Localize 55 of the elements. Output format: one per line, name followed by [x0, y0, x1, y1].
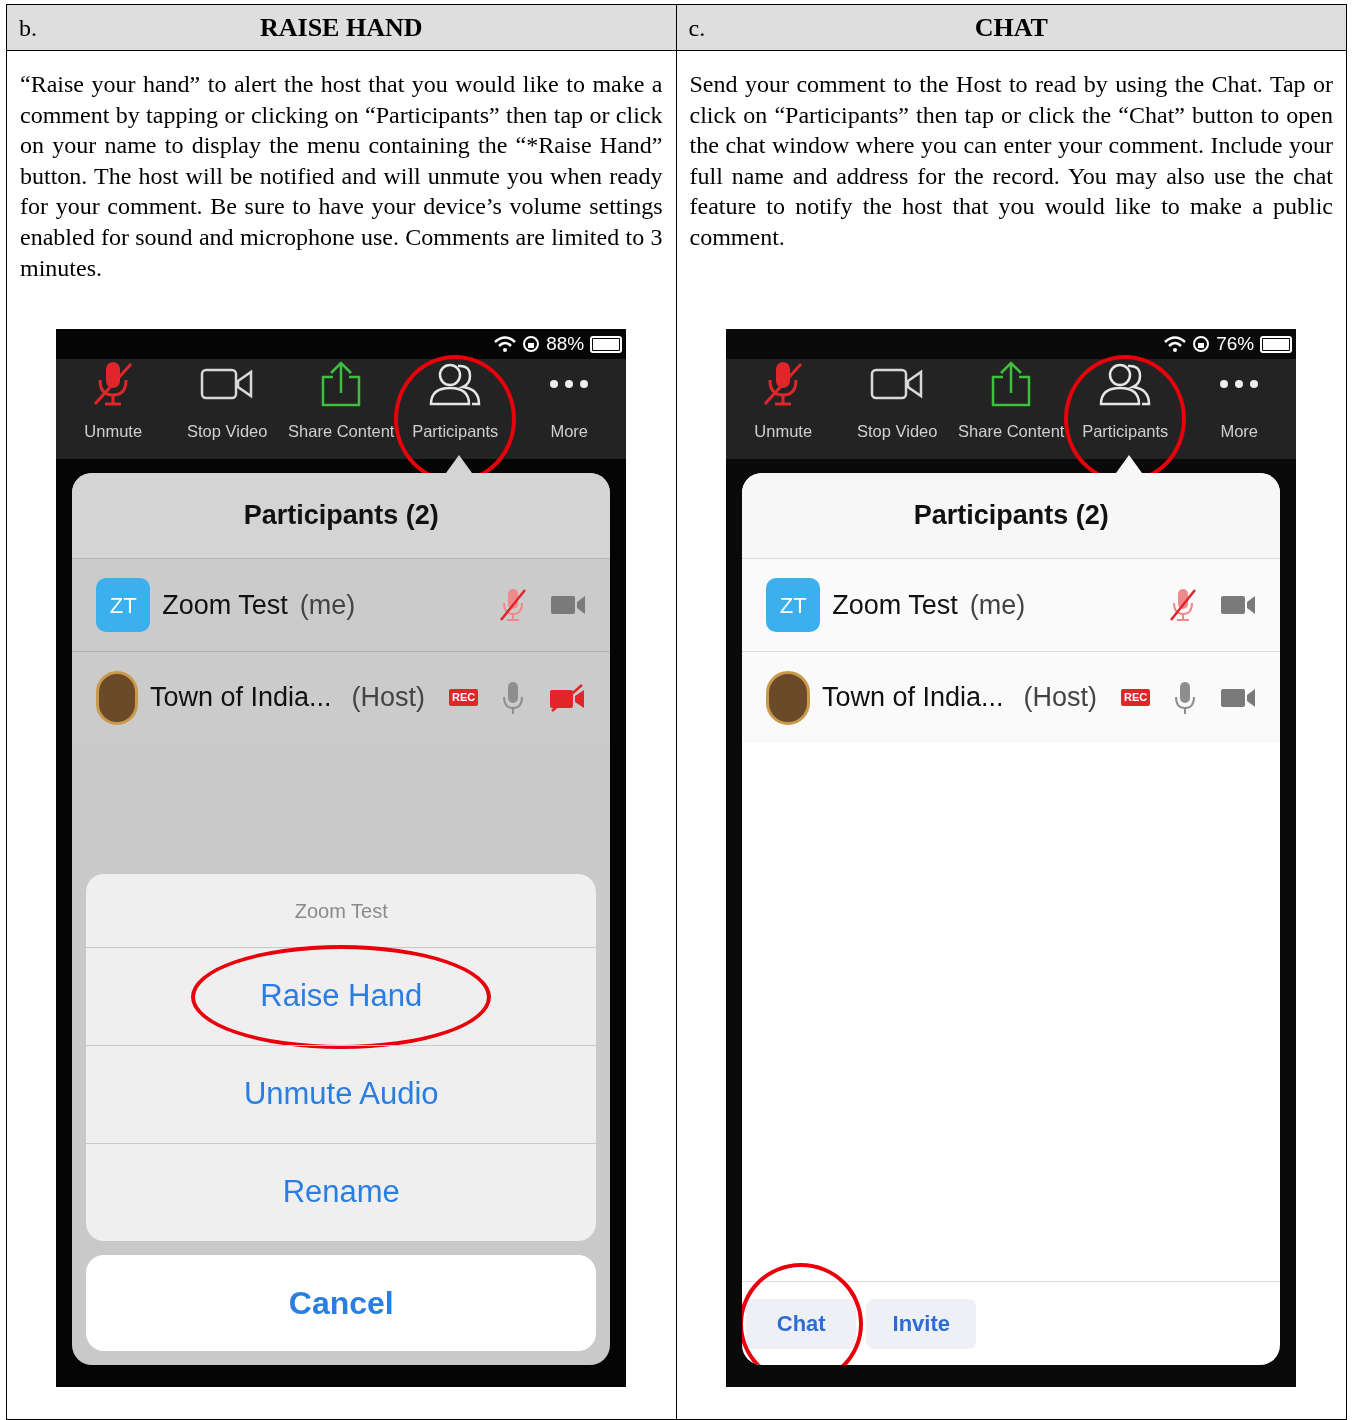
- more-icon: [549, 379, 590, 389]
- initials-avatar: ZT: [96, 578, 151, 632]
- logo-placeholder: [96, 670, 138, 725]
- action-sheet-item[interactable]: Rename: [86, 1144, 597, 1241]
- section-letter: c.: [688, 13, 706, 43]
- participant-name: Zoom Test: [832, 588, 958, 622]
- instruction-paragraph: “Raise your hand” to alert the host that you would like to make a comment by tapping or clicking on “Participants” then tap or click on your name to display the menu containing the “*Raise Hand” button. The host will be notified and will unmute you when ready for your comment. Be sure to have your device’s volume settings enabled for sound and microphone use. Comments are limited to 3 minutes.: [20, 70, 663, 283]
- toolbar-button[interactable]: More: [512, 359, 627, 460]
- section-letter: b.: [19, 13, 37, 43]
- toolbar-button[interactable]: Unmute: [56, 359, 171, 460]
- cancel-button[interactable]: Cancel: [86, 1255, 597, 1351]
- logo-placeholder: [766, 670, 810, 725]
- toolbar-button[interactable]: Share Content: [284, 359, 399, 460]
- action-sheet-title: Zoom Test: [294, 898, 388, 924]
- toolbar-button[interactable]: Participants: [1068, 359, 1183, 460]
- video-camera-icon: [200, 367, 255, 401]
- participant-role: (me): [969, 588, 1026, 622]
- battery-icon: [1260, 335, 1293, 353]
- battery-icon: [590, 335, 623, 353]
- action-sheet-item[interactable]: Unmute Audio: [86, 1046, 597, 1143]
- toolbar-button[interactable]: Participants: [398, 359, 513, 460]
- participant-row[interactable]: Town of India... (Host) REC: [742, 651, 1281, 743]
- wifi-icon: [1164, 336, 1187, 352]
- toolbar-button[interactable]: More: [1182, 359, 1297, 460]
- popover-button[interactable]: Chat: [746, 1298, 857, 1349]
- participants-icon: [1098, 362, 1153, 406]
- section-title: CHAT: [974, 12, 1048, 44]
- popover-title: Participants (2): [243, 499, 439, 533]
- toolbar-button[interactable]: Unmute: [726, 359, 841, 460]
- initials-avatar: ZT: [766, 578, 821, 632]
- participant-row[interactable]: ZT Zoom Test (me): [742, 559, 1281, 651]
- toolbar-button[interactable]: Stop Video: [840, 359, 955, 460]
- participant-role: (me): [299, 588, 356, 622]
- rotation-lock-icon: [1192, 335, 1211, 353]
- popover-title: Participants (2): [913, 499, 1109, 533]
- participant-name: Town of India...: [821, 681, 1004, 715]
- instruction-paragraph: Send your comment to the Host to read by using the Chat. Tap or click on “Participants” then tap or click the “Chat” button to open the chat window where you can enter your comment. Include your full name and address for the record. You may also use the chat feature to notify the host that you would like to make a public comment.: [689, 70, 1333, 252]
- rotation-lock-icon: [522, 335, 541, 353]
- recording-badge: REC: [449, 689, 479, 706]
- more-icon: [1219, 379, 1260, 389]
- participants-icon: [428, 362, 483, 406]
- popover-button[interactable]: Invite: [866, 1298, 977, 1349]
- action-sheet-item[interactable]: Raise Hand: [86, 948, 597, 1045]
- video-camera-icon: [870, 367, 925, 401]
- participant-role: (Host): [1023, 681, 1097, 715]
- battery-percentage: 76%: [1216, 331, 1255, 356]
- toolbar-button[interactable]: Stop Video: [170, 359, 285, 460]
- participant-name: Zoom Test: [162, 588, 288, 622]
- wifi-icon: [494, 336, 517, 352]
- section-title: RAISE HAND: [260, 12, 423, 44]
- recording-badge: REC: [1121, 689, 1151, 706]
- participant-role: (Host): [351, 681, 425, 715]
- battery-percentage: 88%: [546, 331, 585, 356]
- participant-name: Town of India...: [149, 681, 332, 715]
- toolbar-button[interactable]: Share Content: [954, 359, 1069, 460]
